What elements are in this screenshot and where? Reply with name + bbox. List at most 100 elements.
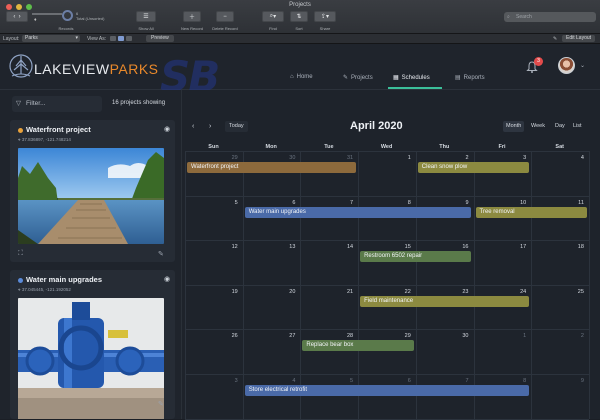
- day-number[interactable]: 14: [333, 244, 353, 250]
- calendar-event[interactable]: Waterfront project: [187, 162, 357, 173]
- day-number[interactable]: 28: [333, 333, 353, 339]
- pencil-icon[interactable]: ✎: [158, 400, 164, 408]
- day-number[interactable]: 15: [391, 244, 411, 250]
- brand-wordmark[interactable]: LAKEVIEWPARKS: [34, 61, 159, 77]
- project-photo: [18, 148, 164, 244]
- day-number[interactable]: 21: [333, 289, 353, 295]
- view-week-button[interactable]: Week: [528, 121, 548, 132]
- grid-line: [185, 151, 186, 419]
- day-number[interactable]: 30: [449, 333, 468, 339]
- project-card[interactable]: Water main upgrades ◉ ⌖ 37.045445, -121.…: [10, 270, 175, 419]
- day-number[interactable]: 6: [275, 200, 295, 206]
- day-number[interactable]: 22: [391, 289, 411, 295]
- calendar-event[interactable]: Field maintenance: [360, 295, 530, 307]
- day-number[interactable]: 18: [564, 244, 584, 250]
- day-number[interactable]: 8: [391, 200, 411, 206]
- preview-button[interactable]: Preview: [146, 35, 174, 42]
- day-number[interactable]: 30: [275, 155, 295, 161]
- nav-schedules[interactable]: ▦ Schedules: [393, 74, 430, 82]
- calendar-event[interactable]: Replace bear box: [302, 340, 414, 352]
- day-number[interactable]: 11: [564, 200, 584, 206]
- filter-icon: ▽: [16, 100, 21, 107]
- sort-label: Sort: [295, 26, 303, 31]
- chevron-down-icon[interactable]: ⌄: [580, 62, 585, 69]
- prev-month-button[interactable]: ‹: [192, 123, 194, 130]
- month-title: April 2020: [350, 120, 403, 132]
- window-title: Projects: [289, 2, 311, 8]
- day-number[interactable]: 20: [275, 289, 295, 295]
- eye-icon[interactable]: ◉: [164, 125, 170, 133]
- calendar-event[interactable]: Water main upgrades: [244, 206, 472, 218]
- calendar-event[interactable]: Tree removal: [475, 206, 587, 218]
- day-number[interactable]: 17: [506, 244, 526, 250]
- slider-thumb-icon[interactable]: ♦: [34, 17, 37, 23]
- day-number[interactable]: 24: [506, 289, 526, 295]
- nav-reports[interactable]: ▤ Reports: [455, 74, 485, 82]
- edit-layout-button[interactable]: Edit Layout: [562, 35, 596, 42]
- find-button[interactable]: ⌕ ▾: [262, 11, 284, 22]
- day-number[interactable]: 2: [449, 155, 468, 161]
- list-view-button[interactable]: [118, 36, 124, 41]
- day-number[interactable]: 5: [218, 200, 238, 206]
- layout-select[interactable]: Parks ▾: [22, 35, 80, 42]
- day-number[interactable]: 25: [564, 289, 584, 295]
- delete-record-button[interactable]: −: [216, 11, 234, 22]
- day-number[interactable]: 13: [275, 244, 295, 250]
- list-icon: ☰: [143, 14, 149, 20]
- filter-input[interactable]: ▽ Filter...: [12, 96, 102, 112]
- day-number[interactable]: 5: [333, 378, 353, 384]
- record-nav-buttons[interactable]: ‹ ›: [6, 11, 28, 22]
- sort-button[interactable]: ⇅: [290, 11, 308, 22]
- day-number[interactable]: 3: [506, 155, 526, 161]
- day-number[interactable]: 23: [449, 289, 468, 295]
- day-number[interactable]: 6: [391, 378, 411, 384]
- day-number[interactable]: 7: [333, 200, 353, 206]
- form-view-button[interactable]: [110, 36, 116, 41]
- day-number[interactable]: 19: [218, 289, 238, 295]
- day-number[interactable]: 1: [391, 155, 411, 161]
- calendar-event[interactable]: Store electrical retrofit: [244, 385, 530, 396]
- day-number[interactable]: 1: [506, 333, 526, 339]
- day-number[interactable]: 31: [333, 155, 353, 161]
- new-record-button[interactable]: ＋: [183, 11, 201, 22]
- filter-placeholder: Filter...: [26, 100, 46, 107]
- day-number[interactable]: 8: [506, 378, 526, 384]
- share-button[interactable]: ⇪ ▾: [314, 11, 336, 22]
- day-number[interactable]: 27: [275, 333, 295, 339]
- show-all-button[interactable]: ☰: [136, 11, 156, 22]
- brand-accent: PARKS: [109, 61, 159, 77]
- map-icon[interactable]: ⛶: [18, 250, 23, 258]
- view-day-button[interactable]: Day: [552, 121, 568, 132]
- view-list-button[interactable]: List: [570, 121, 585, 132]
- today-button[interactable]: Today: [225, 121, 248, 132]
- chevron-right-icon[interactable]: ›: [19, 14, 21, 20]
- record-slider[interactable]: [32, 13, 62, 15]
- day-number[interactable]: 12: [218, 244, 238, 250]
- calendar-event[interactable]: Restroom 6502 repair: [360, 251, 472, 263]
- day-number[interactable]: 4: [564, 155, 584, 161]
- day-number[interactable]: 2: [564, 333, 584, 339]
- day-number[interactable]: 3: [218, 378, 238, 384]
- eye-icon[interactable]: ◉: [164, 275, 170, 283]
- day-number[interactable]: 16: [449, 244, 468, 250]
- search-input[interactable]: ⌕ Search: [504, 12, 596, 22]
- day-number[interactable]: 29: [391, 333, 411, 339]
- day-number[interactable]: 4: [275, 378, 295, 384]
- nav-projects[interactable]: ✎ Projects: [343, 74, 373, 82]
- chevron-left-icon[interactable]: ‹: [13, 14, 15, 20]
- show-all-label: Show All: [138, 26, 154, 31]
- pencil-icon[interactable]: ✎: [158, 250, 164, 258]
- nav-home[interactable]: ⌂ Home: [290, 74, 313, 80]
- day-number[interactable]: 26: [218, 333, 238, 339]
- calendar-event[interactable]: Clean snow plow: [417, 162, 530, 173]
- view-month-button[interactable]: Month: [503, 121, 525, 132]
- day-number[interactable]: 29: [218, 155, 238, 161]
- project-card[interactable]: Waterfront project ◉ ⌖ 37.836897, -121.7…: [10, 120, 175, 262]
- day-number[interactable]: 7: [449, 378, 468, 384]
- table-view-button[interactable]: [126, 36, 132, 41]
- avatar[interactable]: [558, 57, 575, 74]
- day-number[interactable]: 10: [506, 200, 526, 206]
- day-number[interactable]: 9: [449, 200, 468, 206]
- day-number[interactable]: 9: [564, 378, 584, 384]
- next-month-button[interactable]: ›: [209, 123, 211, 130]
